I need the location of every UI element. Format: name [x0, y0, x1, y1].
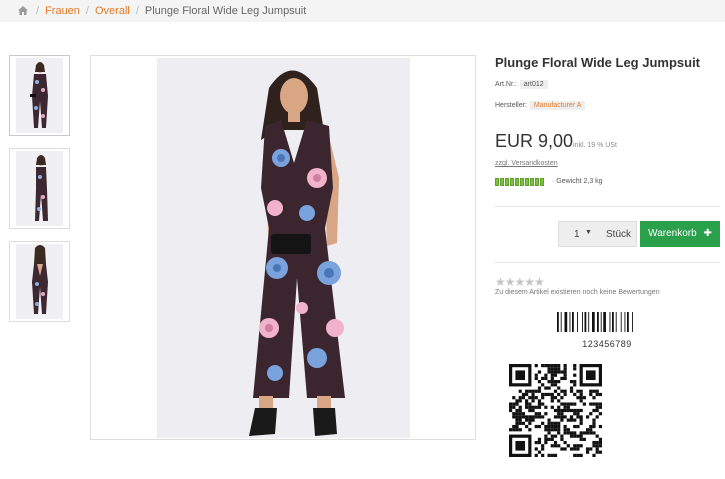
manufacturer-label: Hersteller:: [495, 102, 527, 109]
barcode-number: 123456789: [582, 339, 632, 349]
breadcrumb-current: Plunge Floral Wide Leg Jumpsuit: [144, 5, 307, 17]
thumbnail-side[interactable]: [9, 148, 70, 229]
caret-down-icon: ▼: [585, 229, 592, 236]
add-to-cart-button[interactable]: Warenkorb ✚: [640, 221, 720, 247]
divider: [495, 206, 720, 207]
stock-level-bar: [495, 178, 545, 187]
qr-code-image: [509, 364, 602, 457]
quantity-value: 1: [574, 229, 580, 240]
no-reviews-text: Zu diesem Artikel existieren noch keine …: [495, 289, 660, 296]
plus-icon: ✚: [703, 228, 712, 239]
quantity-select[interactable]: 1 ▼ Stück: [558, 221, 637, 247]
shipping-costs-link[interactable]: zzgl. Versandkosten: [495, 160, 558, 167]
manufacturer-row: Hersteller: Manufacturer A: [495, 101, 586, 110]
product-weight: · Gewicht 2,3 kg: [552, 178, 603, 185]
product-title: Plunge Floral Wide Leg Jumpsuit: [495, 55, 701, 70]
tax-note: inkl. 19 % USt: [573, 142, 617, 149]
home-icon[interactable]: [18, 0, 28, 22]
breadcrumb: / Frauen / Overall / Plunge Floral Wide Leg J…: [0, 0, 725, 22]
product-price: EUR 9,00: [495, 131, 574, 151]
breadcrumb-separator: /: [36, 5, 40, 17]
article-number-label: Art.Nr.:: [495, 81, 517, 88]
breadcrumb-link-overall[interactable]: Overall: [95, 5, 130, 17]
thumbnail-front[interactable]: [9, 55, 70, 136]
quantity-unit: Stück: [606, 229, 632, 240]
thumbnail-back[interactable]: [9, 241, 70, 322]
article-number-value: art012: [519, 80, 548, 89]
product-photo[interactable]: [157, 58, 410, 438]
breadcrumb-separator: /: [85, 5, 89, 17]
rating-stars: ★★★★★: [495, 275, 545, 289]
divider: [495, 262, 720, 263]
main-image-frame[interactable]: [90, 55, 476, 440]
manufacturer-link[interactable]: Manufacturer A: [529, 101, 586, 110]
barcode-image: [557, 312, 633, 332]
add-to-cart-label: Warenkorb: [648, 228, 697, 239]
article-number-row: Art.Nr.: art012: [495, 80, 548, 89]
breadcrumb-separator: /: [135, 5, 139, 17]
breadcrumb-link-frauen[interactable]: Frauen: [45, 5, 80, 17]
